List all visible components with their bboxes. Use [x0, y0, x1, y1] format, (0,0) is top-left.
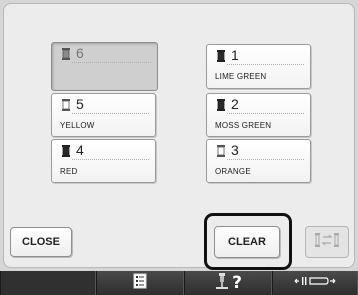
checklist-button[interactable] [96, 271, 184, 295]
needle-help-icon [214, 272, 230, 295]
spool-button-5[interactable]: 5 YELLOW [51, 93, 156, 137]
spool-icon [217, 145, 225, 157]
spool-color-name: LIME GREEN [215, 72, 267, 81]
toolbar-blank-left [0, 271, 96, 295]
spool-button-1[interactable]: 1 LIME GREEN [206, 44, 311, 89]
presser-foot-icon [293, 274, 337, 293]
spool-divider [227, 64, 304, 65]
spool-icon [217, 99, 225, 111]
spool-color-name: YELLOW [60, 121, 95, 130]
spool-color-name: MOSS GREEN [215, 121, 272, 130]
swap-spools-button[interactable] [305, 226, 349, 258]
spool-button-3[interactable]: 3 ORANGE [206, 139, 311, 183]
spool-color-name: RED [60, 167, 78, 176]
spool-number: 6 [76, 45, 84, 61]
presser-foot-button[interactable] [272, 271, 358, 295]
spool-button-4[interactable]: 4 RED [51, 139, 156, 183]
checklist-icon [133, 273, 147, 294]
embroidery-screen: 6 5 YELLOW 4 RED 1 LIME GREEN 2 MOSS GRE… [0, 0, 358, 295]
spool-number: 4 [76, 142, 84, 158]
spool-color-name: ORANGE [215, 167, 251, 176]
spool-divider [227, 113, 304, 114]
swap-spools-icon [314, 231, 340, 254]
help-button[interactable]: ? [184, 271, 272, 295]
spool-button-6[interactable]: 6 [51, 42, 158, 91]
spool-number: 5 [76, 96, 84, 112]
bottom-toolbar: ? [0, 271, 358, 295]
spool-icon [62, 145, 70, 157]
spool-divider [227, 159, 304, 160]
spool-icon [62, 99, 70, 111]
spool-number: 3 [231, 142, 239, 158]
help-question-mark: ? [232, 273, 242, 293]
clear-button[interactable]: CLEAR [214, 226, 280, 258]
spool-divider [72, 159, 149, 160]
spool-button-2[interactable]: 2 MOSS GREEN [206, 93, 311, 137]
spool-icon [217, 50, 225, 62]
close-button[interactable]: CLOSE [10, 227, 72, 257]
spool-number: 2 [231, 96, 239, 112]
spool-divider [72, 113, 149, 114]
spool-divider [72, 62, 151, 63]
spool-icon [62, 48, 70, 60]
spool-number: 1 [231, 47, 239, 63]
